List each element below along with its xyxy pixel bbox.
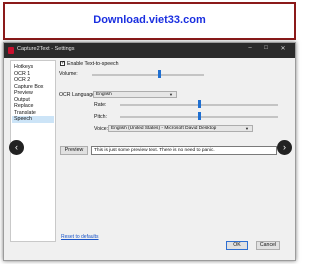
ok-button[interactable]: OK [226,241,248,250]
sidebar-item-speech[interactable]: Speech [12,116,54,123]
volume-slider-track[interactable] [92,74,204,76]
enable-tts-checkbox[interactable]: ✓ [60,60,66,66]
minimize-button[interactable]: – [245,45,255,51]
preview-text-field[interactable]: This is just some preview text. There is… [91,146,277,155]
voice-value: English (United States) - Microsoft Davi… [111,126,217,131]
close-button[interactable]: ✕ [278,45,288,52]
reset-to-defaults-link[interactable]: Reset to defaults [61,234,99,240]
watermark-banner: Download.viet33.com [3,2,296,40]
banner-text: Download.viet33.com [93,14,206,26]
preview-button[interactable]: Preview [60,146,88,155]
chevron-down-icon: ▼ [245,126,249,131]
next-arrow-icon[interactable]: › [277,140,292,155]
chevron-down-icon: ▼ [169,92,173,97]
cancel-button[interactable]: Cancel [256,241,280,250]
voice-label: Voice: [94,126,109,132]
rate-slider-thumb[interactable] [197,100,201,108]
app-icon [8,47,14,54]
prev-arrow-icon[interactable]: ‹ [9,140,24,155]
ocr-language-select[interactable]: English ▼ [93,91,177,98]
pitch-slider-thumb[interactable] [197,112,201,120]
checkmark-icon: ✓ [61,60,66,66]
volume-slider-thumb[interactable] [157,70,161,78]
voice-select[interactable]: English (United States) - Microsoft Davi… [108,125,253,132]
volume-label: Volume: [59,71,78,77]
enable-tts-label: Enable Text-to-speech [67,60,119,67]
window-title: Capture2Text - Settings [17,46,75,52]
pitch-label: Pitch: [94,114,107,120]
ocr-language-value: English [96,92,112,97]
rate-label: Rate: [94,102,107,108]
ocr-language-label: OCR Language: [59,92,97,98]
maximize-button[interactable]: □ [261,45,271,51]
